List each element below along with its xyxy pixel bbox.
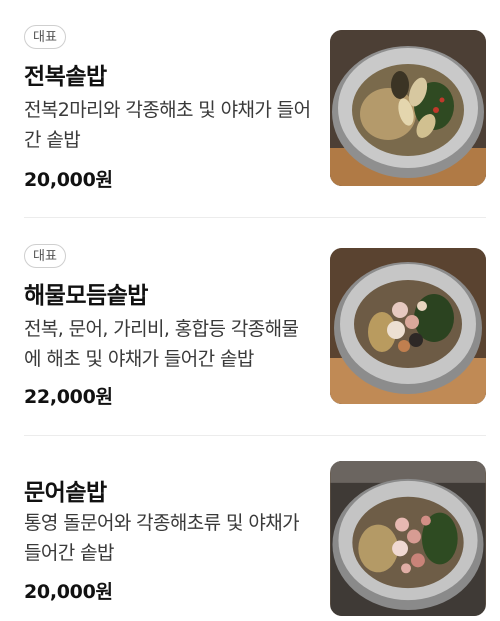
menu-item-name: 문어솥밥 bbox=[24, 480, 107, 506]
menu-item-name: 전복솥밥 bbox=[24, 64, 107, 90]
menu-item-price: 20,000원 bbox=[24, 169, 113, 191]
menu-item-photo[interactable] bbox=[330, 30, 486, 186]
menu-item-photo[interactable] bbox=[330, 461, 486, 616]
signature-badge: 대표 bbox=[24, 244, 66, 268]
menu-item-price: 20,000원 bbox=[24, 581, 113, 603]
menu-list: 대표 전복솥밥 전복2마리와 각종해초 및 야채가 들어간 솥밥 20,000원 bbox=[0, 0, 500, 621]
menu-item-mixed-seafood-pot-rice[interactable]: 대표 해물모듬솥밥 전복, 문어, 가리비, 홍합등 각종해물에 해초 및 야채… bbox=[0, 218, 500, 435]
menu-item-price: 22,000원 bbox=[24, 386, 113, 408]
menu-item-name: 해물모듬솥밥 bbox=[24, 283, 148, 309]
signature-badge: 대표 bbox=[24, 25, 66, 49]
menu-item-octopus-pot-rice[interactable]: 문어솥밥 통영 돌문어와 각종해초류 및 야채가 들어간 솥밥 20,000원 bbox=[0, 436, 500, 621]
menu-item-photo[interactable] bbox=[330, 248, 486, 404]
menu-item-description: 전복2마리와 각종해초 및 야채가 들어간 솥밥 bbox=[24, 99, 311, 151]
menu-item-description: 통영 돌문어와 각종해초류 및 야채가 들어간 솥밥 bbox=[24, 512, 300, 564]
menu-item-abalone-pot-rice[interactable]: 대표 전복솥밥 전복2마리와 각종해초 및 야채가 들어간 솥밥 20,000원 bbox=[0, 0, 500, 217]
menu-item-description: 전복, 문어, 가리비, 홍합등 각종해물에 해초 및 야채가 들어간 솥밥 bbox=[24, 318, 299, 370]
